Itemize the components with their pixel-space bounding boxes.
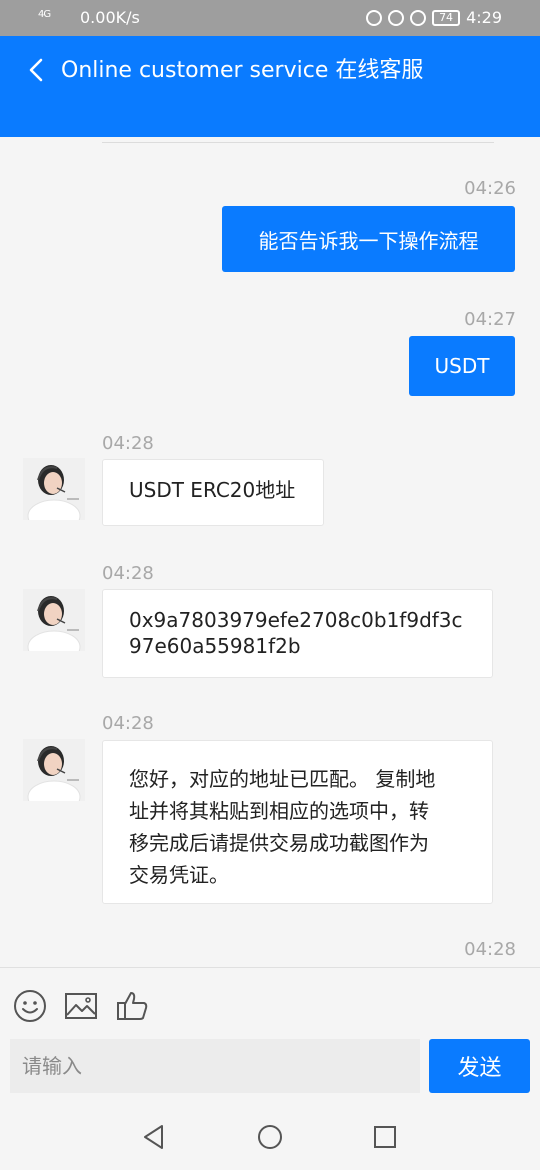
send-button[interactable]: 发送: [429, 1039, 530, 1093]
emoji-icon[interactable]: [12, 988, 48, 1024]
eye-icon: [388, 9, 405, 26]
chat-history[interactable]: 04:26 能否告诉我一下操作流程 04:27 USDT 04:28 USDT …: [0, 137, 540, 967]
message-text: 能否告诉我一下操作流程: [258, 228, 479, 253]
message-timestamp: 04:26: [464, 178, 516, 199]
message-input[interactable]: [10, 1039, 420, 1093]
nfc-icon: [366, 9, 383, 26]
message-text-line: 址并将其粘贴到相应的选项中，转: [129, 799, 429, 823]
message-text: USDT: [434, 354, 490, 378]
message-text-line: 移完成后请提供交易成功截图作为: [129, 831, 429, 855]
clock: 4:29: [466, 8, 502, 27]
agent-avatar: [23, 739, 85, 801]
status-bar: 4G 0.00K/s 74 4:29: [0, 0, 540, 36]
status-icons: 74 4:29: [366, 8, 502, 27]
incoming-message: 0x9a7803979efe2708c0b1f9df3c 97e60a55981…: [102, 589, 493, 678]
app-header: Online customer service 在线客服: [0, 36, 540, 137]
nav-recents-icon[interactable]: [370, 1122, 400, 1152]
signal-indicator: 4G: [38, 9, 51, 20]
composer: 发送: [0, 967, 540, 1103]
image-icon[interactable]: [63, 988, 99, 1024]
network-speed: 0.00K/s: [80, 8, 140, 27]
agent-avatar: [23, 589, 85, 651]
thumbs-up-icon[interactable]: [114, 988, 150, 1024]
battery-indicator: 74: [432, 9, 461, 26]
page-title: Online customer service 在线客服: [61, 58, 424, 83]
message-timestamp: 04:28: [102, 433, 154, 454]
incoming-message: 您好，对应的地址已匹配。 复制地 址并将其粘贴到相应的选项中，转 移完成后请提供…: [102, 740, 493, 904]
message-text-line: 97e60a55981f2b: [129, 634, 301, 658]
avatar-image: [23, 458, 85, 520]
divider: [102, 142, 494, 143]
agent-avatar: [23, 458, 85, 520]
message-text-line: 交易凭证。: [129, 863, 229, 887]
nav-home-icon[interactable]: [255, 1122, 285, 1152]
outgoing-message: USDT: [409, 336, 515, 396]
message-timestamp: 04:28: [464, 939, 516, 960]
nav-back-icon[interactable]: [140, 1122, 170, 1152]
system-nav-bar: [0, 1102, 540, 1170]
message-timestamp: 04:28: [102, 713, 154, 734]
message-text-line: 您好，对应的地址已匹配。 复制地: [129, 767, 436, 791]
message-text-line: 0x9a7803979efe2708c0b1f9df3c: [129, 608, 463, 632]
message-text: USDT ERC20地址: [129, 478, 296, 502]
incoming-message: USDT ERC20地址: [102, 459, 324, 526]
avatar-image: [23, 739, 85, 801]
message-timestamp: 04:28: [102, 563, 154, 584]
avatar-image: [23, 589, 85, 651]
back-arrow-icon[interactable]: [24, 56, 52, 84]
outgoing-message: 能否告诉我一下操作流程: [222, 206, 515, 272]
message-timestamp: 04:27: [464, 309, 516, 330]
alarm-icon: [410, 9, 427, 26]
